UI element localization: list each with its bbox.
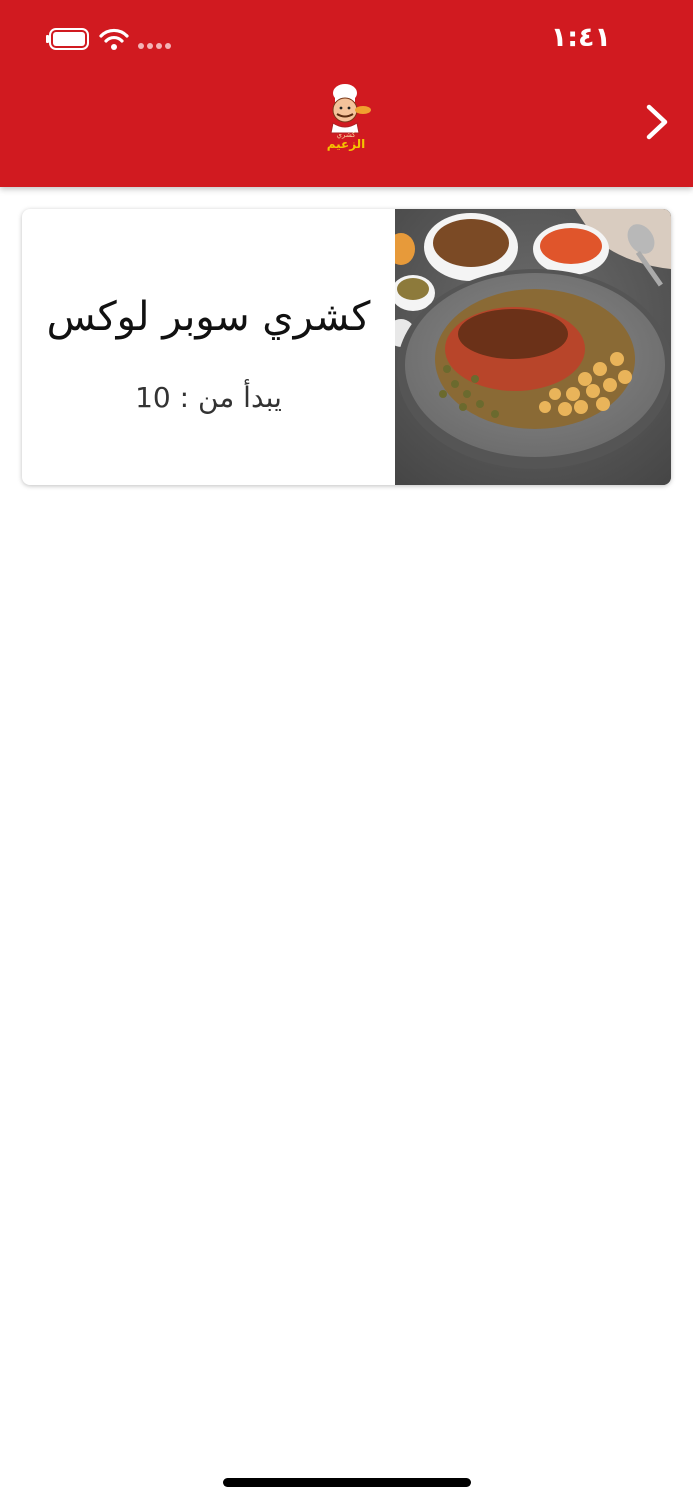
menu-item-card[interactable]: كشري سوبر لوكس يبدأ من : 10 [22, 209, 671, 485]
wifi-icon [99, 28, 129, 50]
home-indicator [223, 1478, 471, 1487]
signal-icon [138, 43, 171, 49]
app-logo: كشري الزعيم [299, 77, 393, 167]
battery-icon [46, 28, 89, 50]
logo-main-text: الزعيم [327, 137, 366, 151]
app-header: ١:٤١ كشري الزعيم [0, 0, 693, 187]
status-time: ١:٤١ [550, 22, 611, 53]
menu-item-image [395, 209, 671, 485]
menu-item-title: كشري سوبر لوكس [46, 294, 371, 340]
chevron-right-icon[interactable] [640, 102, 674, 142]
menu-item-price: يبدأ من : 10 [135, 381, 282, 414]
menu-item-text: كشري سوبر لوكس يبدأ من : 10 [22, 209, 395, 485]
